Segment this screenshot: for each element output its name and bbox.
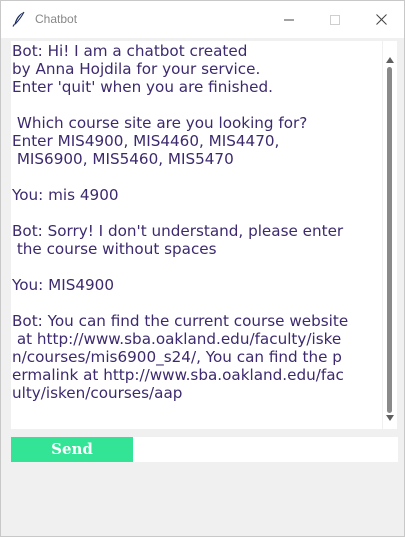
title-bar[interactable]: Chatbot	[1, 1, 404, 38]
chat-line: Bot: You can find the current course web…	[12, 312, 349, 330]
chat-line: by Anna Hojdila for your service.	[12, 60, 261, 78]
maximize-button[interactable]	[312, 1, 358, 38]
chat-line: the course without spaces	[12, 240, 217, 258]
chat-line: at http://www.sba.oakland.edu/faculty/is…	[12, 330, 342, 348]
chat-line: Which course site are you looking for?	[12, 114, 308, 132]
chat-line: ermalink at http://www.sba.oakland.edu/f…	[12, 366, 344, 384]
chat-line: Bot: Hi! I am a chatbot created	[12, 42, 248, 60]
scroll-up-arrow-icon[interactable]	[386, 57, 394, 63]
chat-line: n/courses/mis6900_s24/, You can find the…	[12, 348, 342, 366]
chatbot-window: Chatbot Bot: Hi! I am a chatbot created …	[0, 0, 405, 537]
minimize-icon	[284, 10, 294, 29]
chat-line: You: MIS4900	[12, 276, 114, 294]
chat-line: Enter 'quit' when you are finished.	[12, 78, 273, 96]
close-button[interactable]	[358, 1, 404, 38]
window-title: Chatbot	[35, 12, 78, 26]
chat-line: Enter MIS4900, MIS4460, MIS4470,	[12, 132, 280, 150]
close-icon	[375, 10, 387, 29]
feather-icon	[11, 11, 27, 27]
chat-log[interactable]: Bot: Hi! I am a chatbot created by Anna …	[11, 41, 382, 429]
chat-line: Bot: Sorry! I don't understand, please e…	[12, 222, 344, 240]
maximize-icon	[330, 10, 340, 29]
scroll-down-arrow-icon[interactable]	[386, 415, 394, 421]
chat-line: You: mis 4900	[12, 186, 119, 204]
chat-line: MIS6900, MIS5460, MIS5470	[12, 150, 234, 168]
chat-line: ulty/isken/courses/aap	[12, 384, 183, 402]
message-input[interactable]	[133, 437, 398, 462]
chat-scrollbar[interactable]	[383, 41, 397, 429]
send-button[interactable]: Send	[11, 437, 133, 462]
minimize-button[interactable]	[266, 1, 312, 38]
scrollbar-thumb[interactable]	[387, 67, 392, 413]
